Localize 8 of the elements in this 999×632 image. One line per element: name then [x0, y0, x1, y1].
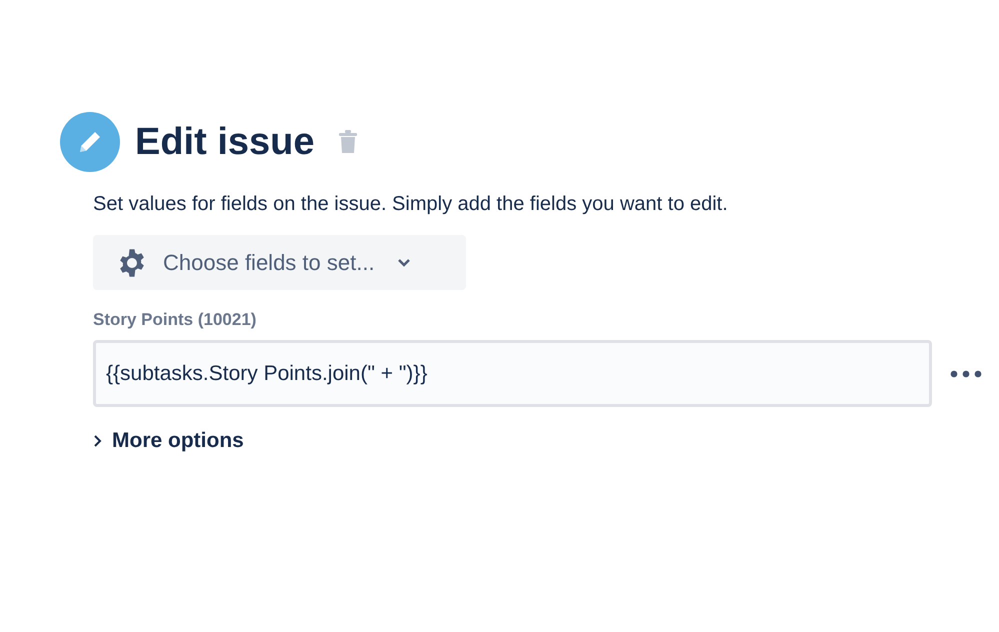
chevron-down-icon	[396, 258, 411, 268]
page-title: Edit issue	[135, 120, 314, 164]
field-label: Story Points (10021)	[93, 310, 258, 330]
input-field[interactable]: {{subtasks.Story Points.join(" + ")}}	[93, 340, 932, 407]
more-icon[interactable]	[950, 370, 982, 378]
more-options-toggle[interactable]: More options	[93, 429, 244, 453]
description-text: Set values for fields on the issue. Simply add the fields you want to edit.	[93, 192, 729, 217]
field-picker-dropdown[interactable]: Choose fields to set...	[93, 235, 466, 290]
